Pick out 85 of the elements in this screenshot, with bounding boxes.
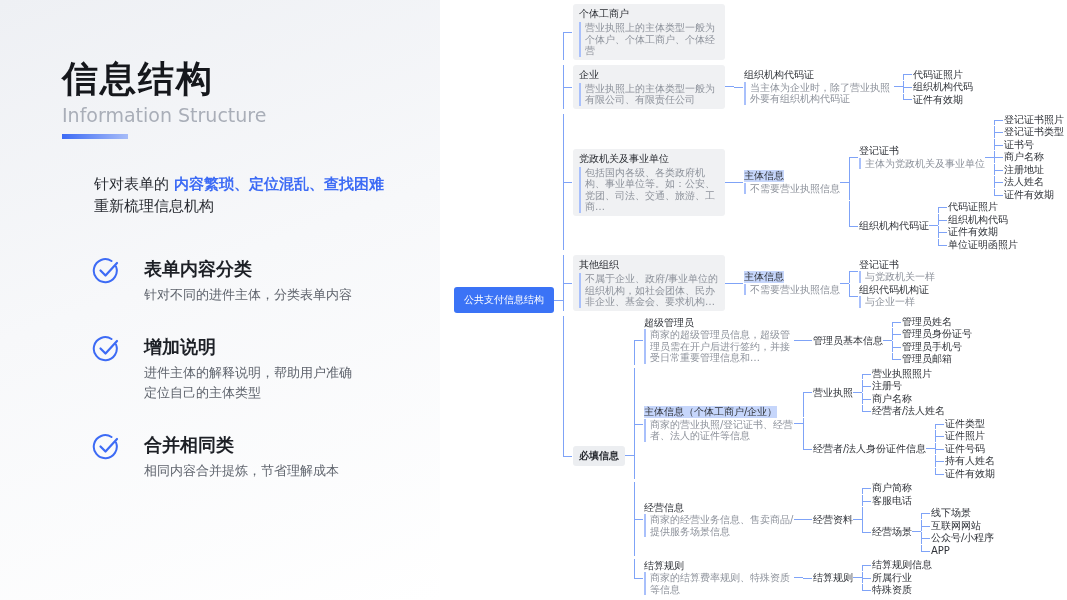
topic-note: 不需要营业执照信息 — [744, 283, 840, 296]
intro-text: 重新梳理信息机构 — [94, 196, 215, 217]
topic-label: 证件有效期 — [1004, 188, 1054, 201]
topic-title: 个体工商户 — [579, 7, 630, 21]
topic-label: 组织机构代码 — [948, 213, 1008, 226]
topic-label: 经营资料 — [813, 513, 853, 525]
topic-label: 营业执照照片 — [872, 367, 932, 380]
topic-label: APP — [931, 544, 950, 557]
topic-label: 经营场景 — [872, 526, 912, 538]
topic-note: 商家的经营业务信息、售卖商品/提供服务场景信息 — [644, 514, 794, 537]
feature-description: 定位自己的主体类型 — [144, 384, 262, 402]
topic-label: 单位证明函照片 — [948, 238, 1018, 251]
topic-label: 组织机构代码证 — [744, 69, 814, 81]
check-circle-icon — [92, 257, 120, 285]
topic-label: 商户简称 — [872, 482, 912, 494]
feature-description: 针对不同的进件主体，分类表单内容 — [144, 286, 352, 304]
page-subtitle: Information Structure — [62, 104, 268, 126]
topic-label: 所属行业 — [872, 571, 912, 584]
topic-label: 组织代码机构证 — [859, 283, 929, 295]
topic-label: 线下场景 — [931, 507, 971, 519]
topic-label: 超级管理员 — [644, 316, 694, 329]
topic-label: 证件类型 — [945, 417, 986, 430]
topic-label: 注册地址 — [1004, 163, 1044, 176]
topic-label: 证件有效期 — [913, 93, 963, 105]
topic-label: 管理员姓名 — [902, 315, 952, 328]
topic-note: 商家的营业执照/登记证书、经营者、法人的证件等信息 — [644, 418, 794, 442]
topic-label: 组织机构代码证 — [859, 220, 929, 232]
topic-title: 企业 — [579, 67, 600, 81]
feature-description: 相同内容合并提炼，节省理解成本 — [144, 462, 339, 480]
topic-title: 党政机关及事业单位 — [579, 151, 670, 165]
topic-label: 特殊资质 — [872, 584, 912, 596]
topic-note: 不属于企业、政府/事业单位的组织机构，如社会团体、民办非企业、基金会、要求机构… — [579, 273, 719, 308]
topic-label: 经营者/法人身份证件信息 — [813, 442, 927, 455]
topic-note: 商家的超级管理员信息，超级管理员需在开户后进行签约，并接受日常重要管理信息和… — [644, 329, 794, 364]
topic-label: 注册号 — [872, 380, 902, 392]
check-circle-icon — [92, 335, 120, 363]
topic-label: 代码证照片 — [913, 68, 963, 80]
topic-label: 登记证书 — [859, 145, 899, 157]
topic-label: 持有人姓名 — [945, 455, 996, 467]
topic-note: 与党政机关一样 — [859, 271, 935, 283]
highlighted-topic: 主体信息 — [744, 270, 784, 283]
root-topic: 公共支付信息结构 — [454, 287, 554, 313]
topic-note: 与企业一样 — [859, 296, 915, 308]
topic-label: 商户名称 — [1004, 151, 1044, 163]
topic-label: 登记证书类型 — [1004, 126, 1064, 138]
highlighted-topic: 主体信息（个体工商户/企业） — [644, 405, 778, 418]
topic-label: 经营信息 — [644, 501, 684, 513]
topic-label: 营业执照 — [813, 386, 853, 398]
intro-text: 针对表单的 内容繁琐、定位混乱、查找困难 — [94, 174, 385, 195]
topic-label: 结算规则 — [644, 559, 684, 572]
topic-label: 组织机构代码 — [913, 81, 973, 93]
topic-label: 管理员邮箱 — [902, 353, 952, 365]
highlighted-topic: 主体信息 — [744, 169, 784, 182]
page-title: 信息结构 — [62, 57, 215, 101]
topic-title: 其他组织 — [579, 258, 620, 272]
topic-label: 登记证书 — [859, 258, 899, 270]
topic-label: 结算规则信息 — [872, 559, 932, 571]
topic-label: 证件照片 — [945, 430, 986, 442]
topic-note: 包括国内各级、各类政府机构、事业单位等。如：公安、党团、司法、交通、旅游、工商… — [579, 166, 719, 213]
topic-label: 商户名称 — [872, 392, 912, 405]
topic-tag: 必填信息 — [573, 445, 625, 466]
topic-label: 结算规则 — [813, 571, 853, 584]
topic-label: 公众号/小程序 — [931, 532, 995, 544]
topic-label: 客服电话 — [872, 494, 912, 507]
topic-label: 代码证照片 — [948, 201, 998, 213]
topic-label: 法人姓名 — [1004, 176, 1044, 188]
topic-note: 不需要营业执照信息 — [744, 182, 840, 195]
check-circle-icon — [92, 433, 120, 461]
topic-label: 证书号 — [1004, 138, 1034, 151]
feature-title: 合并相同类 — [144, 433, 235, 457]
topic-label: 证件有效期 — [945, 467, 996, 480]
feature-title: 表单内容分类 — [144, 257, 253, 281]
topic-label: 证件号码 — [945, 442, 986, 455]
topic-label: 管理员基本信息 — [813, 334, 883, 346]
topic-label: 互联网网站 — [931, 519, 981, 532]
topic-label: 登记证书照片 — [1004, 113, 1064, 126]
topic-note: 商家的结算费率规则、特殊资质等信息 — [644, 572, 794, 596]
topic-label: 管理员手机号 — [902, 340, 962, 353]
topic-label: 经营者/法人姓名 — [872, 405, 946, 417]
topic-note: 当主体为企业时，除了营业执照外要有组织机构代码证 — [744, 81, 894, 105]
topic-label: 管理员身份证号 — [902, 328, 972, 340]
topic-note: 主体为党政机关及事业单位 — [859, 157, 985, 169]
feature-description: 进件主体的解释说明，帮助用户准确 — [144, 364, 352, 382]
feature-title: 增加说明 — [144, 335, 217, 359]
topic-label: 证件有效期 — [948, 226, 998, 238]
